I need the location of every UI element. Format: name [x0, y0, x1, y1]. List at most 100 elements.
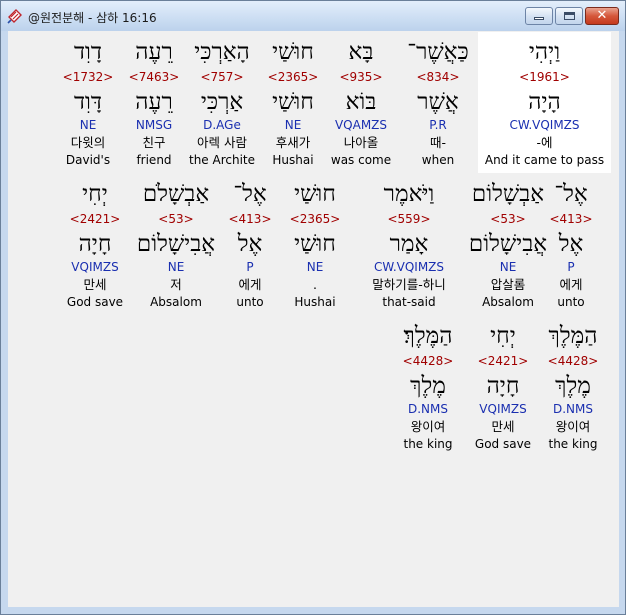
strong-number[interactable]: <935> [326, 68, 396, 86]
hebrew-word: בָּא [348, 39, 374, 65]
parsing-code: CW.VQIMZS [373, 260, 445, 274]
strong-number[interactable]: <2365> [282, 210, 348, 228]
korean-gloss: 왕이여 [555, 419, 591, 434]
word-block[interactable]: אַבְשָׁלוֹם <53> אֲבִישָׁלוֹם NE 압살롬 Abs… [461, 178, 555, 310]
english-gloss: was come [330, 153, 392, 167]
word-block[interactable]: חוּשַׁי <2365> חוּשַׁי NE 후새가 Hushai [260, 36, 326, 168]
maximize-button[interactable] [555, 7, 583, 25]
korean-gloss: 후새가 [275, 135, 311, 150]
parsing-code: D.NMS [407, 402, 448, 416]
korean-gloss: 저 [170, 277, 182, 292]
english-gloss: David's [65, 153, 111, 167]
english-gloss: the king [548, 437, 598, 451]
english-gloss: that-said [382, 295, 436, 309]
hebrew-word: חוּשַׁי [272, 39, 314, 65]
word-block[interactable]: יְחִי <2421> חָיָה VQIMZS 만세 God save [472, 320, 534, 452]
strong-number[interactable]: <1961> [478, 68, 611, 86]
hebrew-word: חוּשַׁי [294, 181, 336, 207]
app-window: @원전분해 - 삼하 16:16 ✕ וַיְהִי <1961> הָיָה … [0, 0, 626, 615]
hebrew-word: רֵעֶה [135, 39, 173, 65]
title-bar[interactable]: @원전분해 - 삼하 16:16 ✕ [1, 1, 625, 31]
hebrew-word: הַמֶּלֶךְ [548, 323, 598, 349]
strong-number[interactable]: <757> [185, 68, 259, 86]
word-block[interactable]: חוּשַׁי <2365> חוּשַׁי NE . Hushai [282, 178, 348, 310]
korean-gloss: -에 [536, 135, 553, 150]
hebrew-lemma: אֲבִישָׁלוֹם [468, 231, 548, 257]
strong-number[interactable]: <2421> [62, 210, 128, 228]
english-gloss: unto [236, 295, 264, 309]
korean-gloss: 친구 [142, 135, 166, 150]
strong-number[interactable]: <53> [461, 210, 555, 228]
korean-gloss: 아렉 사람 [197, 135, 247, 150]
strong-number[interactable]: <7463> [122, 68, 186, 86]
close-icon: ✕ [596, 8, 608, 23]
korean-gloss: 말하기를-하니 [372, 277, 446, 292]
english-gloss: And it came to pass [484, 153, 605, 167]
close-button[interactable]: ✕ [585, 7, 619, 25]
hebrew-word: אֶל־ [233, 181, 267, 207]
hebrew-lemma: אֶל [237, 231, 263, 257]
interlinear-panel: וַיְהִי <1961> הָיָה CW.VQIMZS -에 And it… [8, 31, 619, 607]
korean-gloss: 만세 [83, 277, 107, 292]
english-gloss: the Archite [188, 153, 255, 167]
parsing-code: VQIMZS [479, 402, 527, 416]
hebrew-lemma: אֲבִישָׁלוֹם [136, 231, 216, 257]
hebrew-word: יְחִי [490, 323, 516, 349]
strong-number[interactable]: <4428> [395, 352, 461, 370]
strong-number[interactable]: <413> [222, 210, 278, 228]
korean-gloss: 에게 [238, 277, 262, 292]
word-block[interactable]: יְחִי <2421> חָיָה VQIMZS 만세 God save [62, 178, 128, 310]
word-block[interactable]: אַבְשָׁלֹם <53> אֲבִישָׁלוֹם NE 저 Absalo… [130, 178, 222, 310]
parsing-code: NE [284, 118, 302, 132]
parsing-code: P.R [429, 118, 447, 132]
parsing-code: NE [306, 260, 324, 274]
strong-number[interactable]: <1732> [56, 68, 120, 86]
hebrew-word: וַיְהִי [528, 39, 561, 65]
window-title: @원전분해 - 삼하 16:16 [28, 11, 157, 25]
word-block[interactable]: כַּאֲשֶׁר־ <834> אֲשֶׁר P.R 때- when [403, 36, 473, 168]
word-block[interactable]: הַמֶּלֶךְ׃ <4428> מֶלֶךְ D.NMS 왕이여 the k… [395, 320, 461, 452]
word-block[interactable]: הַמֶּלֶךְ <4428> מֶלֶךְ D.NMS 왕이여 the ki… [540, 320, 606, 452]
hebrew-lemma: אָמַר [389, 231, 429, 257]
strong-number[interactable]: <53> [130, 210, 222, 228]
parsing-code: CW.VQIMZS [509, 118, 580, 132]
hebrew-word: וַיֹּאמֶר [383, 181, 435, 207]
english-gloss: Absalom [482, 295, 534, 309]
word-block[interactable]: רֵעֶה <7463> רֵעֶה NMSG 친구 friend [122, 36, 186, 168]
parsing-code: VQAMZS [334, 118, 388, 132]
strong-number[interactable]: <2365> [260, 68, 326, 86]
minimize-button[interactable] [525, 7, 553, 25]
word-block[interactable]: וַיְהִי <1961> הָיָה CW.VQIMZS -에 And it… [478, 36, 611, 168]
hebrew-word: כַּאֲשֶׁר־ [407, 39, 469, 65]
english-gloss: friend [136, 153, 172, 167]
hebrew-lemma: חוּשַׁי [294, 231, 336, 257]
strong-number[interactable]: <2421> [472, 352, 534, 370]
strong-number[interactable]: <4428> [540, 352, 606, 370]
hebrew-lemma: דָּוִד [73, 89, 102, 115]
maximize-icon [564, 12, 575, 20]
korean-gloss: 다윗의 [70, 135, 106, 150]
hebrew-word: הָאַרְכִּי [194, 39, 250, 65]
hebrew-word: דָוִד [73, 39, 102, 65]
word-block[interactable]: הָאַרְכִּי <757> אַרְכִּי D.AGe 아렉 사람 th… [185, 36, 259, 168]
parsing-code: NMSG [135, 118, 173, 132]
english-gloss: the king [403, 437, 453, 451]
hebrew-word: הַמֶּלֶךְ׃ [403, 323, 453, 349]
bible-app-icon [7, 9, 22, 24]
english-gloss: when [421, 153, 455, 167]
english-gloss: God save [66, 295, 124, 309]
word-block[interactable]: דָוִד <1732> דָּוִד NE 다윗의 David's [56, 36, 120, 168]
word-block[interactable]: אֶל־ <413> אֶל P 에게 unto [222, 178, 278, 310]
english-gloss: Hushai [272, 153, 314, 167]
minimize-icon [534, 17, 544, 20]
strong-number[interactable]: <834> [403, 68, 473, 86]
korean-gloss: 때- [429, 135, 446, 150]
korean-gloss: 왕이여 [410, 419, 446, 434]
hebrew-lemma: מֶלֶךְ [555, 373, 591, 399]
word-block[interactable]: וַיֹּאמֶר <559> אָמַר CW.VQIMZS 말하기를-하니 … [352, 178, 466, 310]
hebrew-word: יְחִי [82, 181, 108, 207]
word-block[interactable]: בָּא <935> בּוֹא VQAMZS 나아올 was come [326, 36, 396, 168]
hebrew-lemma: חָיָה [486, 373, 520, 399]
hebrew-word: אַבְשָׁלוֹם [471, 181, 545, 207]
strong-number[interactable]: <559> [352, 210, 466, 228]
